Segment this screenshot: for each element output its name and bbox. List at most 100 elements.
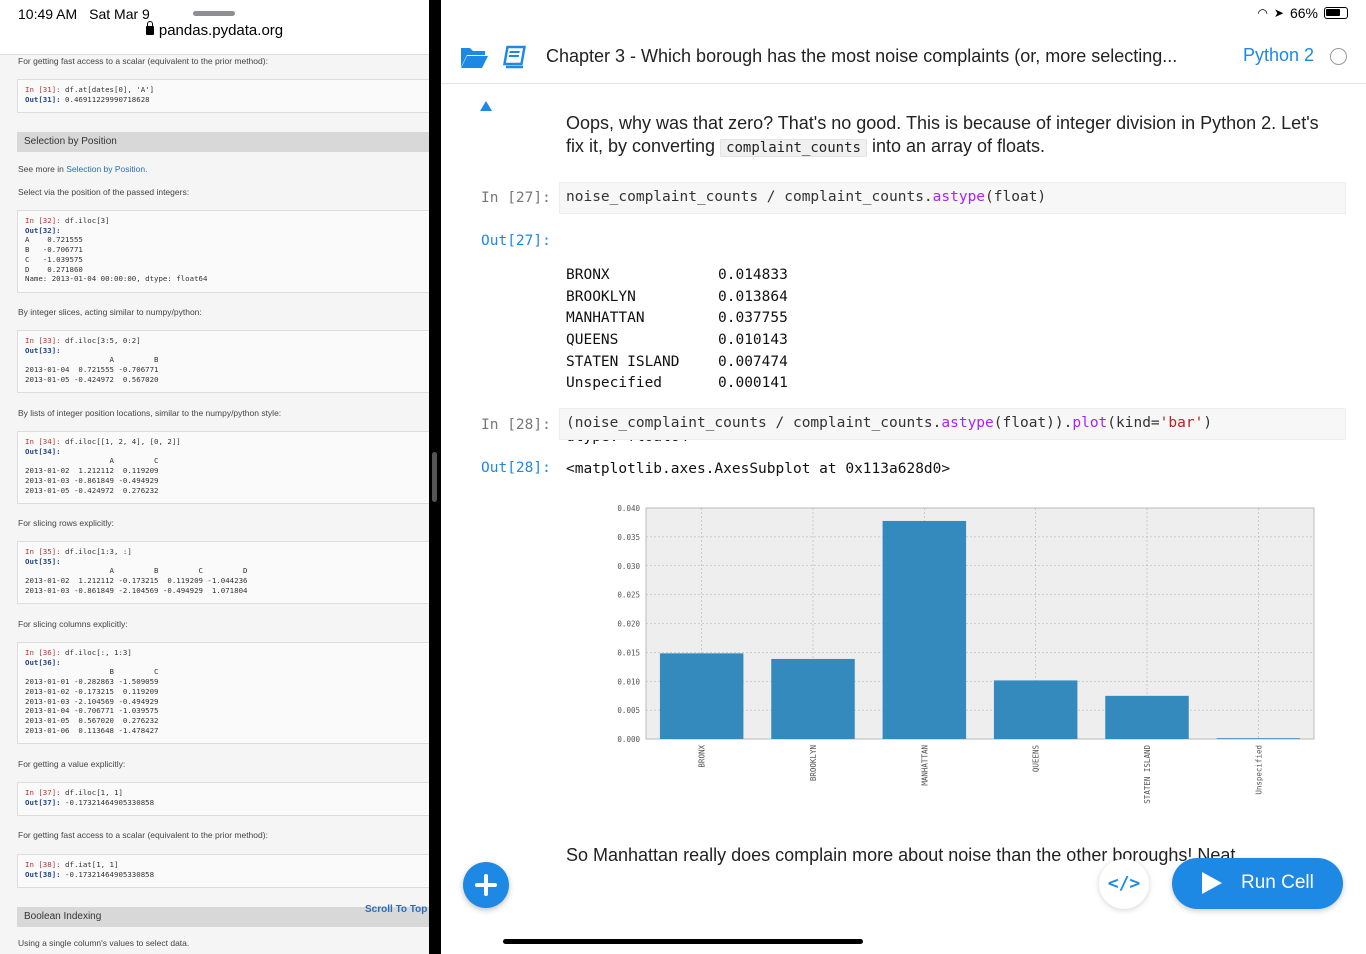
code-block: In [36]: df.iloc[:, 1:3] Out[36]: B C 20… xyxy=(17,642,429,744)
code-block: In [34]: df.iloc[[1, 2, 4], [0, 2]] Out[… xyxy=(17,431,429,504)
status-date: Sat Mar 9 xyxy=(89,6,150,22)
doc-text: By lists of integer position locations, … xyxy=(18,408,282,418)
series-row: Unspecified 0.000141 xyxy=(566,373,788,395)
lock-icon xyxy=(145,21,154,35)
series-key: MANHATTAN xyxy=(566,310,645,327)
doc-text: By integer slices, acting similar to num… xyxy=(18,307,202,317)
doc-text: For slicing rows explicitly: xyxy=(18,518,114,528)
x-tick-label: Unspecified xyxy=(1254,745,1263,795)
y-tick-label: 0.010 xyxy=(617,677,640,686)
bar xyxy=(1105,695,1189,739)
folder-icon[interactable] xyxy=(459,44,489,70)
doc-text: For getting fast access to a scalar (equ… xyxy=(18,830,268,840)
notebook-title[interactable]: Chapter 3 - Which borough has the most n… xyxy=(546,46,1177,67)
bar xyxy=(659,653,744,739)
wifi-icon: ◠ xyxy=(1257,6,1268,20)
bar xyxy=(993,680,1078,739)
x-tick-label: MANHATTAN xyxy=(920,745,929,786)
location-icon: ➤ xyxy=(1273,6,1284,20)
series-row: BROOKLYN 0.013864 xyxy=(566,287,788,309)
series-value: 0.007474 xyxy=(718,353,788,370)
code-block: In [37]: df.iloc[1, 1] Out[37]: -0.17321… xyxy=(17,782,429,816)
y-tick-label: 0.025 xyxy=(617,591,640,600)
bar-chart: 0.000 0.005 0.010 0.015 0.020 0.025 0.030 0.035… xyxy=(617,504,1315,804)
series-value: 0.010143 xyxy=(718,332,788,349)
y-tick-label: 0.040 xyxy=(617,504,640,513)
series-row: STATEN ISLAND 0.007474 xyxy=(566,352,788,374)
input-prompt: In [27]: xyxy=(481,190,551,206)
code-cell[interactable]: (noise_complaint_counts / complaint_coun… xyxy=(559,408,1346,440)
window-grabber[interactable] xyxy=(193,11,235,16)
bar xyxy=(771,658,855,739)
doc-page[interactable]: For getting fast access to a scalar (equ… xyxy=(0,54,429,954)
add-cell-button[interactable] xyxy=(463,862,509,908)
code-block: In [31]: df.at[dates[0], 'A'] Out[31]: 0… xyxy=(17,79,429,113)
series-key: STATEN ISLAND xyxy=(566,353,680,370)
code-block: In [35]: df.iloc[1:3, :] Out[35]: A B C … xyxy=(17,541,429,604)
plot-repr-output: <matplotlib.axes.AxesSubplot at 0x113a62… xyxy=(566,461,951,477)
series-key: BRONX xyxy=(566,267,610,283)
x-tick-label: BRONX xyxy=(698,745,707,768)
jupyter-pane: ◠ ➤ 66% Chapter 3 - Which borough has th… xyxy=(441,0,1366,954)
code-block: In [38]: df.iat[1, 1] Out[38]: -0.173214… xyxy=(17,854,429,888)
status-bar-right: ◠ ➤ 66% xyxy=(1257,5,1348,21)
play-icon xyxy=(1202,872,1222,894)
doc-text: For getting a value explicitly: xyxy=(18,759,126,769)
input-prompt: In [28]: xyxy=(481,417,551,433)
doc-text: For slicing columns explicitly: xyxy=(18,619,128,629)
home-indicator[interactable] xyxy=(503,939,863,944)
scroll-to-top-link[interactable]: Scroll To Top xyxy=(365,904,427,915)
series-key: QUEENS xyxy=(566,332,619,349)
doc-text: See more in Selection by Position. xyxy=(18,164,148,174)
notebook-icon[interactable] xyxy=(501,44,531,70)
series-key: Unspecified xyxy=(566,375,663,392)
series-value: 0.013864 xyxy=(718,288,788,305)
series-key: BROOKLYN xyxy=(566,288,636,305)
bar xyxy=(1216,738,1301,739)
notebook-header: Chapter 3 - Which borough has the most n… xyxy=(441,36,1366,84)
url-bar[interactable]: pandas.pydata.org xyxy=(0,21,429,54)
code-toggle-button[interactable]: </> xyxy=(1099,859,1149,909)
series-row: BRONX 0.014833 xyxy=(566,265,788,287)
series-row: QUEENS 0.010143 xyxy=(566,330,788,352)
run-cell-label: Run Cell xyxy=(1241,872,1314,893)
code-block: In [32]: df.iloc[3] Out[32]: A 0.721555 … xyxy=(17,210,429,293)
series-value: 0.000141 xyxy=(718,375,788,392)
markdown-cell[interactable]: So Manhattan really does complain more a… xyxy=(566,845,1240,866)
output-prompt: Out[27]: xyxy=(481,233,551,249)
x-tick-label: STATEN ISLAND xyxy=(1143,745,1152,804)
y-tick-label: 0.020 xyxy=(617,620,640,629)
battery-percent: 66% xyxy=(1289,5,1318,21)
output-prompt: Out[28]: xyxy=(481,460,551,476)
y-tick-label: 0.015 xyxy=(617,648,640,657)
split-view-divider[interactable] xyxy=(429,0,441,954)
y-tick-label: 0.005 xyxy=(617,706,640,715)
code-cell[interactable]: noise_complaint_counts / complaint_count… xyxy=(559,182,1346,214)
y-tick-label: 0.000 xyxy=(617,735,640,744)
url-text: pandas.pydata.org xyxy=(158,22,284,39)
series-output: BRONX 0.014833 BROOKLYN 0.013864 MANHATTAN 0.… xyxy=(566,233,788,481)
status-time: 10:49 AM xyxy=(18,6,78,22)
run-cell-button[interactable]: Run Cell xyxy=(1172,858,1343,909)
battery-icon xyxy=(1324,7,1348,19)
status-bar-left: 10:49 AM Sat Mar 9 xyxy=(18,6,162,22)
series-value: 0.037755 xyxy=(718,310,788,327)
series-row: MANHATTAN 0.037755 xyxy=(566,308,788,330)
x-tick-label: BROOKLYN xyxy=(809,745,818,781)
divider-handle[interactable] xyxy=(432,452,437,502)
doc-text: For getting fast access to a scalar (equ… xyxy=(18,56,268,66)
x-tick-label: QUEENS xyxy=(1032,745,1041,773)
doc-text: Select via the position of the passed in… xyxy=(18,187,190,197)
see-more-link[interactable]: Selection by Position. xyxy=(66,164,147,174)
inline-code: complaint_counts xyxy=(720,139,867,157)
doc-text: Using a single column's values to select… xyxy=(18,938,190,948)
kernel-name[interactable]: Python 2 xyxy=(1243,45,1314,66)
series-value: 0.014833 xyxy=(718,267,788,283)
y-tick-label: 0.030 xyxy=(617,562,640,571)
markdown-cell[interactable]: Oops, why was that zero? That's no good.… xyxy=(566,112,1326,160)
scroll-up-icon[interactable] xyxy=(480,101,492,111)
section-header: Selection by Position xyxy=(17,132,429,152)
kernel-status-icon xyxy=(1330,48,1347,65)
code-block: In [33]: df.iloc[3:5, 0:2] Out[33]: A B … xyxy=(17,330,429,393)
bar xyxy=(882,520,967,739)
